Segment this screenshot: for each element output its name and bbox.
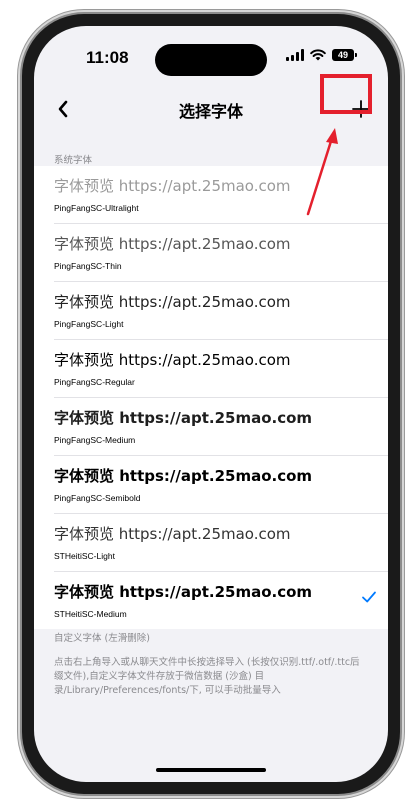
status-icons: 49 (286, 49, 357, 61)
font-item-pingfang-light[interactable]: 字体预览 https://apt.25mao.com PingFangSC-Li… (54, 282, 388, 340)
battery-icon: 49 (332, 49, 357, 61)
wifi-icon (310, 49, 326, 61)
font-item-pingfang-semibold[interactable]: 字体预览 https://apt.25mao.com PingFangSC-Se… (54, 456, 388, 514)
system-font-list: 字体预览 https://apt.25mao.com PingFangSC-Ul… (34, 166, 388, 629)
font-name: PingFangSC-Medium (54, 435, 136, 445)
font-item-pingfang-regular[interactable]: 字体预览 https://apt.25mao.com PingFangSC-Re… (54, 340, 388, 398)
dynamic-island (155, 44, 267, 76)
custom-fonts-description: 点击右上角导入或从聊天文件中长按选择导入 (长按仅识别.ttf/.otf/.tt… (54, 657, 360, 696)
font-name: STHeitiSC-Light (54, 551, 115, 561)
status-time: 11:08 (86, 48, 129, 67)
font-item-pingfang-thin[interactable]: 字体预览 https://apt.25mao.com PingFangSC-Th… (54, 224, 388, 282)
font-preview: 字体预览 https://apt.25mao.com (54, 525, 291, 543)
font-preview: 字体预览 https://apt.25mao.com (54, 583, 313, 601)
checkmark-icon (362, 591, 376, 603)
home-indicator (156, 768, 266, 772)
custom-fonts-header: 自定义字体 (左滑删除) (54, 633, 150, 644)
font-name: PingFangSC-Regular (54, 377, 135, 387)
font-preview: 字体预览 https://apt.25mao.com (54, 177, 291, 195)
annotation-highlight-box (320, 74, 372, 114)
font-name: PingFangSC-Light (54, 319, 124, 329)
font-preview: 字体预览 https://apt.25mao.com (54, 467, 313, 485)
cellular-signal-icon (286, 49, 304, 61)
font-preview: 字体预览 https://apt.25mao.com (54, 293, 291, 311)
screenshot-stage: 11:08 49 选择字体 系统字体 字体预览 https://apt.25ma… (0, 0, 417, 800)
font-name: PingFangSC-Thin (54, 261, 122, 271)
system-fonts-header: 系统字体 (54, 155, 93, 166)
font-name: PingFangSC-Ultralight (54, 203, 139, 213)
font-preview: 字体预览 https://apt.25mao.com (54, 351, 291, 369)
font-preview: 字体预览 https://apt.25mao.com (54, 235, 291, 253)
font-name: STHeitiSC-Medium (54, 609, 127, 619)
font-item-stheiti-medium[interactable]: 字体预览 https://apt.25mao.com STHeitiSC-Med… (54, 572, 388, 629)
font-item-pingfang-medium[interactable]: 字体预览 https://apt.25mao.com PingFangSC-Me… (54, 398, 388, 456)
font-name: PingFangSC-Semibold (54, 493, 141, 503)
font-preview: 字体预览 https://apt.25mao.com (54, 409, 313, 427)
font-item-stheiti-light[interactable]: 字体预览 https://apt.25mao.com STHeitiSC-Lig… (54, 514, 388, 572)
annotation-arrow-icon (306, 128, 338, 216)
power-button (400, 246, 404, 326)
